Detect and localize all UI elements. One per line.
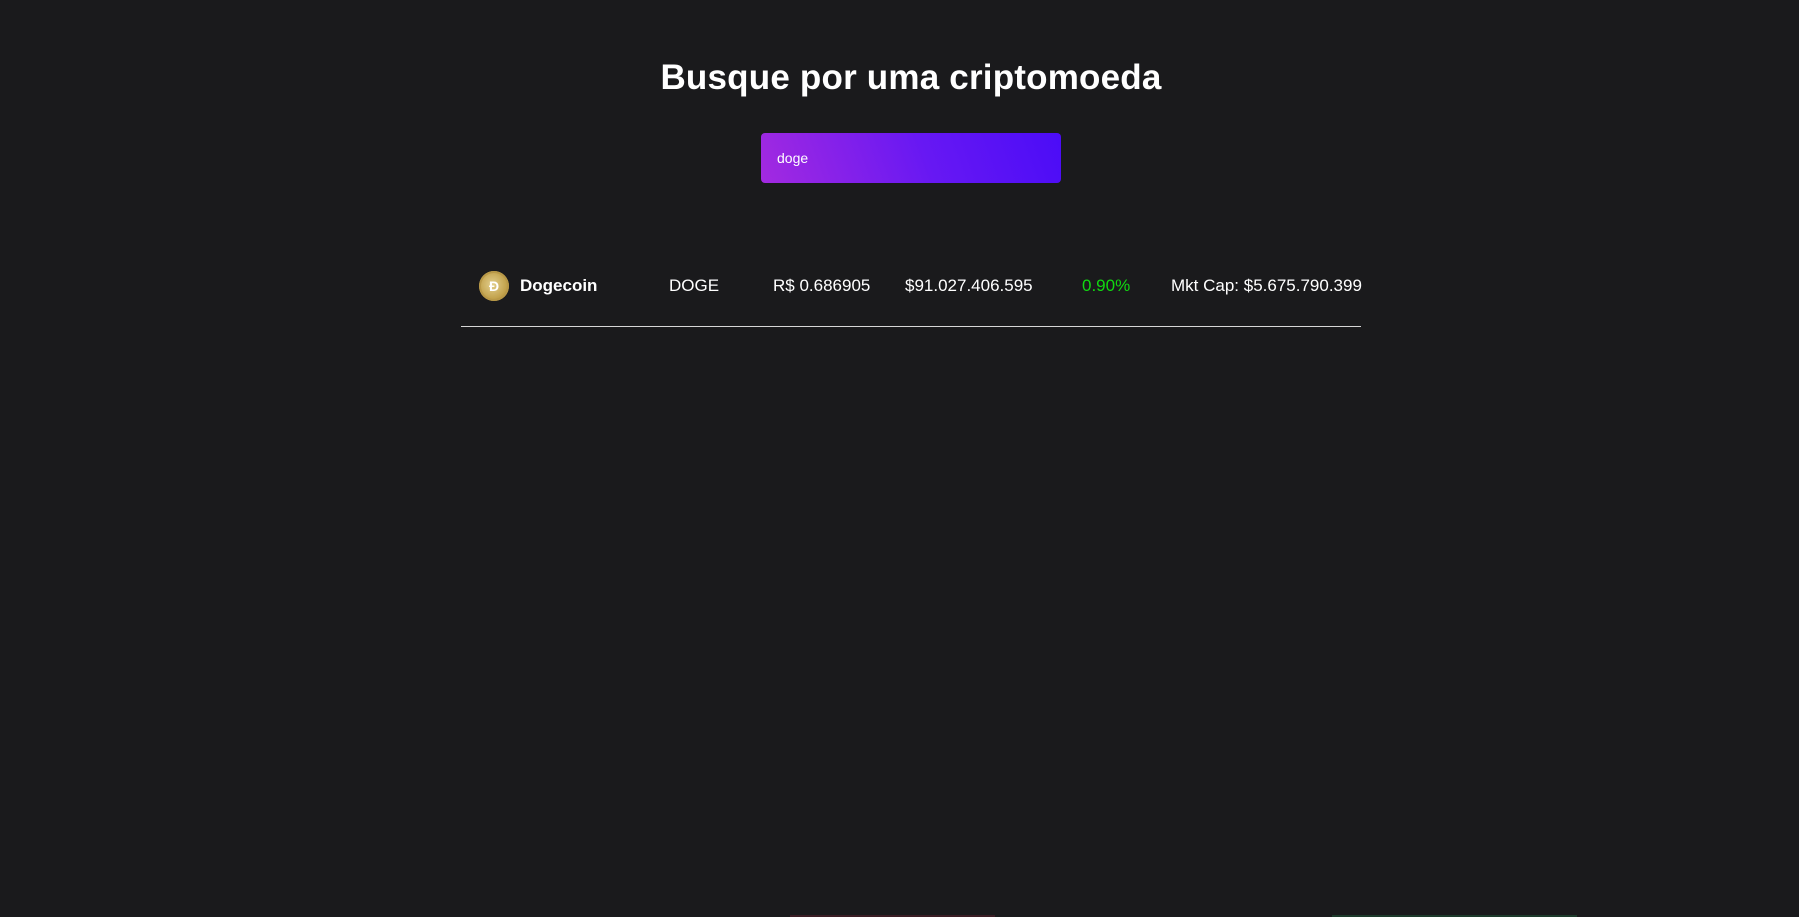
dogecoin-logo-letter: Ð bbox=[488, 278, 500, 294]
search-input[interactable] bbox=[761, 133, 1061, 183]
coin-name: Dogecoin bbox=[520, 276, 598, 295]
dogecoin-icon: Ð bbox=[479, 271, 509, 301]
crypto-search-page: Busque por uma criptomoeda Ð Dogecoin DO… bbox=[0, 0, 1799, 917]
coin-row[interactable]: Ð Dogecoin DOGE R$ 0.686905 $91.027.406.… bbox=[461, 266, 1362, 327]
coin-symbol: DOGE bbox=[669, 276, 720, 295]
coin-price: R$ 0.686905 bbox=[773, 276, 871, 295]
page-title: Busque por uma criptomoeda bbox=[660, 58, 1162, 97]
coin-volume: $91.027.406.595 bbox=[905, 276, 1033, 295]
coin-price-change: 0.90% bbox=[1082, 276, 1131, 295]
coin-market-cap: Mkt Cap: $5.675.790.399 bbox=[1171, 276, 1362, 295]
